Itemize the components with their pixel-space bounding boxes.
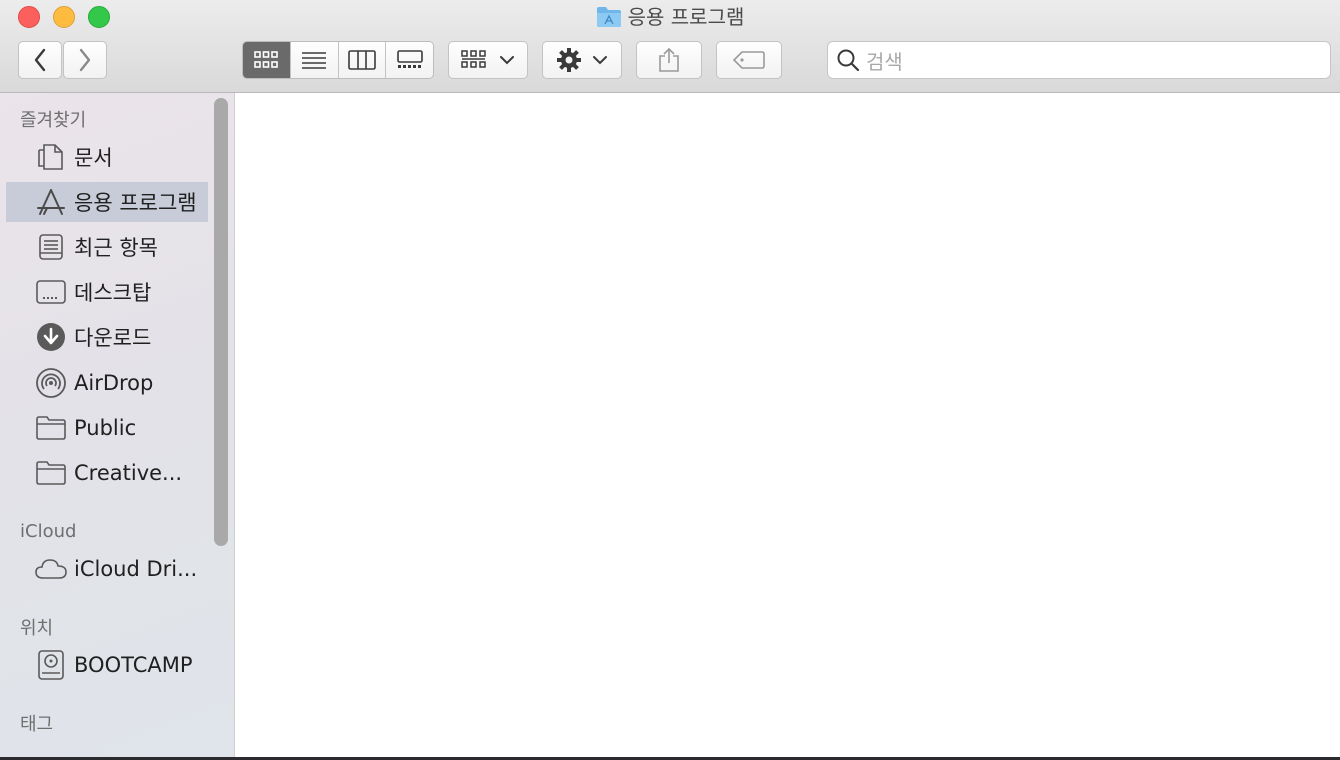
chevron-right-icon	[79, 48, 91, 72]
sidebar-item-label: Public	[74, 416, 137, 440]
chevron-down-icon	[500, 56, 514, 65]
applications-folder-icon	[596, 6, 622, 34]
download-icon	[34, 320, 68, 354]
sidebar-item-airdrop[interactable]: AirDrop	[6, 363, 208, 403]
sidebar-scrollbar[interactable]	[214, 98, 228, 546]
back-button[interactable]	[18, 41, 62, 79]
sidebar-item-bootcamp[interactable]: BOOTCAMP	[6, 645, 208, 685]
desktop-icon	[34, 275, 68, 309]
gear-icon	[557, 48, 581, 72]
list-icon	[302, 52, 327, 69]
group-by-button[interactable]	[448, 41, 528, 79]
sidebar-item-label: 최근 항목	[74, 236, 158, 260]
tags-header: 태그	[20, 714, 54, 735]
search-placeholder: 검색	[866, 49, 903, 74]
sidebar-item-label: iCloud Dri...	[74, 557, 198, 581]
sidebar-item-public[interactable]: Public	[6, 408, 208, 448]
airdrop-icon	[34, 366, 68, 400]
sidebar-item-label: 응용 프로그램	[74, 191, 197, 215]
sidebar-item-downloads[interactable]: 다운로드	[6, 317, 208, 357]
sidebar-item-label: AirDrop	[74, 371, 154, 395]
window-title: 응용 프로그램	[0, 4, 1340, 34]
file-list-area[interactable]	[235, 93, 1340, 758]
toolbar: 응용 프로그램 검색	[0, 0, 1340, 93]
sidebar: 즐겨찾기 문서 응용 프로그램 최근 항목 데스크탑 다운로드 AirDrop …	[0, 93, 235, 758]
sidebar-item-label: Creative...	[74, 461, 183, 485]
list-view-button[interactable]	[291, 42, 339, 78]
chevron-left-icon	[34, 48, 46, 72]
action-menu-button[interactable]	[542, 41, 622, 79]
forward-button[interactable]	[63, 41, 107, 79]
search-icon	[837, 49, 860, 72]
view-mode-control	[242, 41, 434, 79]
edit-tags-button[interactable]	[716, 41, 782, 79]
recents-icon	[34, 230, 68, 264]
applications-icon	[34, 185, 68, 219]
locations-header: 위치	[20, 618, 54, 639]
gallery-view-button[interactable]	[386, 42, 433, 78]
chevron-down-icon	[593, 56, 607, 65]
finder-window: 응용 프로그램 검색 즐겨찾기 문서 응용 프로그램 최근 항목 데스크탑 다운…	[0, 0, 1340, 758]
group-grid-icon	[461, 50, 486, 68]
icloud-header: iCloud	[20, 521, 77, 542]
sidebar-item-applications[interactable]: 응용 프로그램	[6, 182, 208, 222]
columns-icon	[348, 50, 376, 70]
gallery-icon	[396, 50, 423, 68]
search-field[interactable]: 검색	[827, 41, 1331, 79]
folder-icon	[34, 456, 68, 490]
column-view-button[interactable]	[339, 42, 387, 78]
document-icon	[34, 140, 68, 174]
tag-icon	[733, 51, 765, 69]
grid-icon	[254, 51, 279, 68]
sidebar-item-icloud-drive[interactable]: iCloud Dri...	[6, 549, 208, 589]
sidebar-item-documents[interactable]: 문서	[6, 137, 208, 177]
sidebar-item-label: 다운로드	[74, 326, 152, 350]
sidebar-item-label: BOOTCAMP	[74, 653, 193, 677]
sidebar-item-creative[interactable]: Creative...	[6, 453, 208, 493]
sidebar-item-desktop[interactable]: 데스크탑	[6, 272, 208, 312]
folder-icon	[34, 411, 68, 445]
share-button[interactable]	[636, 41, 702, 79]
cloud-icon	[34, 552, 68, 586]
share-icon	[659, 47, 679, 72]
sidebar-item-label: 문서	[74, 146, 113, 170]
sidebar-item-recents[interactable]: 최근 항목	[6, 227, 208, 267]
window-title-text: 응용 프로그램	[627, 5, 745, 29]
sidebar-item-label: 데스크탑	[74, 281, 152, 305]
favorites-header: 즐겨찾기	[20, 110, 87, 131]
hard-drive-icon	[34, 648, 68, 682]
icon-view-button[interactable]	[243, 42, 291, 78]
